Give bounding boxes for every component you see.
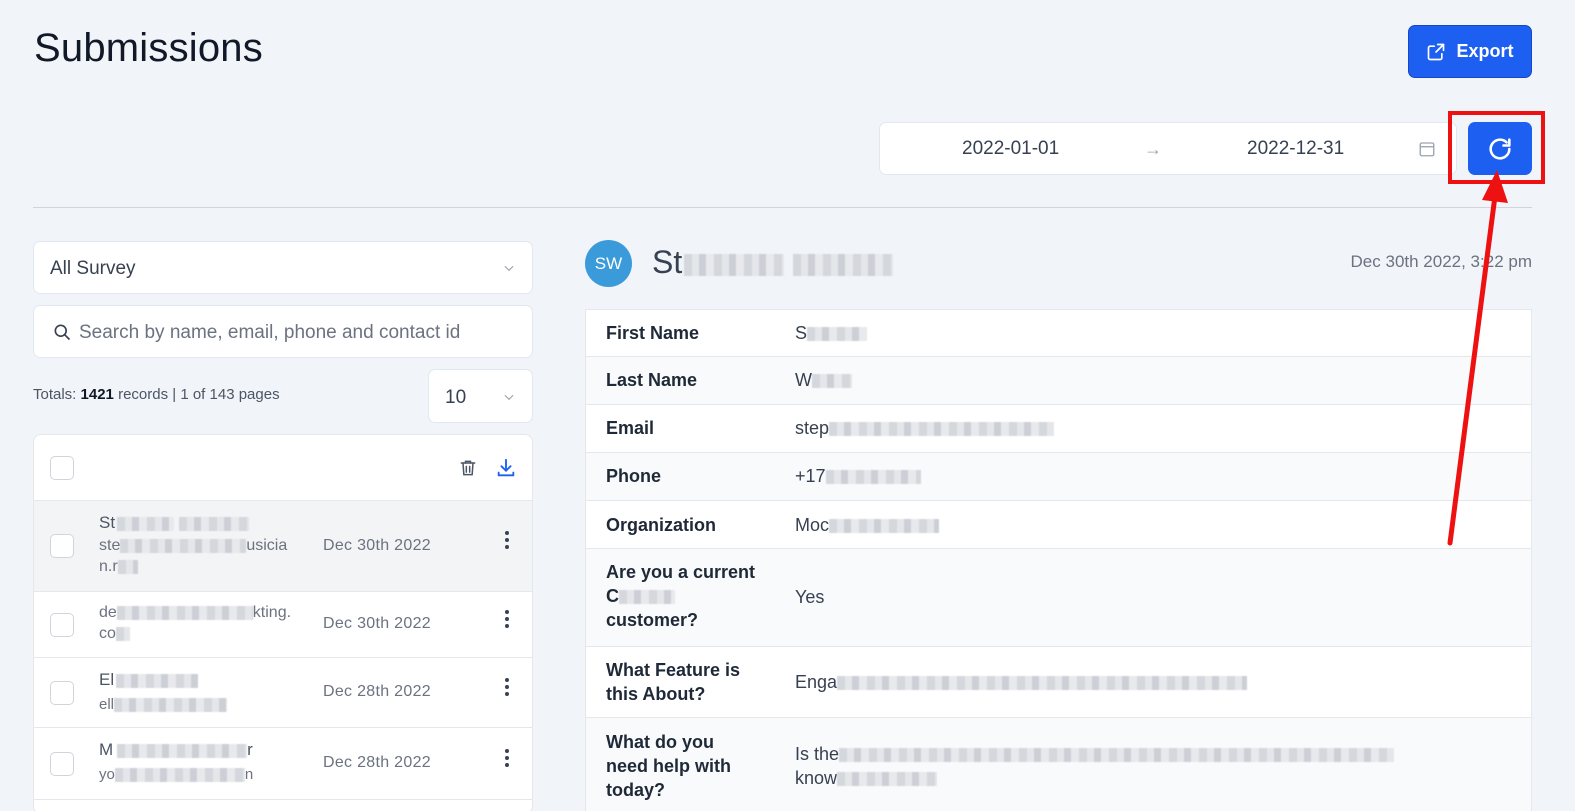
contact-name: St — [652, 244, 894, 281]
field-row: Are you a current Ccustomer? Yes — [586, 549, 1531, 647]
field-label: Email — [606, 418, 655, 438]
totals-count: 1421 — [80, 386, 114, 403]
chevron-down-icon — [504, 265, 514, 272]
row-date: Dec 28th 2022 — [323, 683, 431, 700]
row-checkbox[interactable] — [50, 681, 74, 705]
field-row: Phone +17 — [586, 453, 1531, 501]
survey-select-value: All Survey — [50, 258, 136, 279]
row-date: Dec 30th 2022 — [323, 615, 431, 632]
divider — [33, 207, 1532, 208]
row-name: El — [99, 670, 115, 689]
submission-date: Dec 30th 2022, 3:22 pm — [1350, 252, 1532, 271]
field-row: Last Name W — [586, 357, 1531, 405]
field-value: S — [795, 323, 808, 343]
field-row: What Feature is this About? Enga — [586, 647, 1531, 718]
field-value: +17 — [795, 466, 826, 486]
row-checkbox[interactable] — [50, 752, 74, 776]
per-page-value: 10 — [445, 387, 467, 408]
end-date[interactable]: 2022-12-31 — [1247, 138, 1344, 160]
row-email: yo — [99, 766, 115, 783]
list-item[interactable]: Mr yo n Dec 28th 2022 — [34, 728, 532, 800]
field-label: What Feature is this About? — [606, 660, 741, 704]
list-header — [34, 435, 532, 501]
field-value: Yes — [795, 587, 825, 607]
field-label: Organization — [606, 515, 717, 535]
list-item[interactable]: de kting. co Dec 30th 2022 — [34, 592, 532, 658]
field-label: What do you need help with today? — [606, 732, 732, 800]
totals-text: Totals: 1421 records | 1 of 143 pages — [33, 386, 280, 403]
field-label: Are you a current Ccustomer? — [606, 562, 756, 630]
date-range-picker[interactable]: 2022-01-01 → 2022-12-31 — [879, 122, 1457, 175]
search-placeholder: Search by name, email, phone and contact… — [79, 322, 461, 343]
list-item[interactable]: El ell Dec 28th 2022 — [34, 658, 532, 728]
calendar-icon — [1419, 142, 1435, 157]
start-date[interactable]: 2022-01-01 — [962, 138, 1059, 160]
field-value: Enga — [795, 672, 838, 692]
row-date: Dec 30th 2022 — [323, 537, 431, 554]
field-label: First Name — [606, 323, 700, 343]
page-title: Submissions — [34, 26, 263, 70]
row-name: M — [99, 740, 114, 759]
row-checkbox[interactable] — [50, 613, 74, 637]
row-name: St — [99, 513, 116, 532]
more-options-icon[interactable] — [504, 610, 510, 631]
more-options-icon[interactable] — [504, 678, 510, 699]
row-email: de — [99, 604, 117, 621]
date-arrow-icon: → — [1144, 139, 1162, 159]
select-all-checkbox[interactable] — [50, 456, 74, 480]
row-checkbox[interactable] — [50, 534, 74, 558]
per-page-select[interactable]: 10 — [428, 369, 533, 423]
export-icon — [1428, 43, 1445, 60]
submission-list: St ste usicia n.r Dec 30th 2022 de kting. co… — [33, 434, 533, 811]
field-label: Phone — [606, 466, 662, 486]
export-button[interactable]: Export — [1408, 25, 1532, 78]
field-label: Last Name — [606, 370, 698, 390]
export-label: Export — [1456, 41, 1514, 61]
field-value: step — [795, 418, 830, 438]
field-value: Is the — [795, 744, 840, 764]
search-icon — [54, 324, 71, 341]
submission-details: First Name S Last Name W Email step Phon… — [585, 309, 1532, 811]
row-date: Dec 28th 2022 — [323, 754, 431, 771]
download-icon[interactable] — [495, 457, 517, 479]
row-email: ell — [99, 696, 115, 713]
field-row: What do you need help with today? Is the kn… — [586, 718, 1531, 811]
chevron-down-icon — [504, 394, 514, 401]
avatar: SW — [585, 240, 632, 287]
more-options-icon[interactable] — [504, 531, 510, 552]
list-item[interactable]: St ste usicia n.r Dec 30th 2022 — [34, 501, 532, 592]
search-input[interactable]: Search by name, email, phone and contact… — [33, 305, 533, 358]
row-email: ste — [99, 537, 121, 554]
field-row: First Name S — [586, 310, 1531, 357]
trash-icon[interactable] — [458, 458, 478, 478]
survey-select[interactable]: All Survey — [33, 241, 533, 294]
field-row: Email step — [586, 405, 1531, 453]
more-options-icon[interactable] — [504, 749, 510, 770]
field-value: W — [795, 370, 812, 390]
field-value: Moc — [795, 515, 830, 535]
highlight-box — [1448, 111, 1545, 184]
field-row: Organization Moc — [586, 501, 1531, 549]
